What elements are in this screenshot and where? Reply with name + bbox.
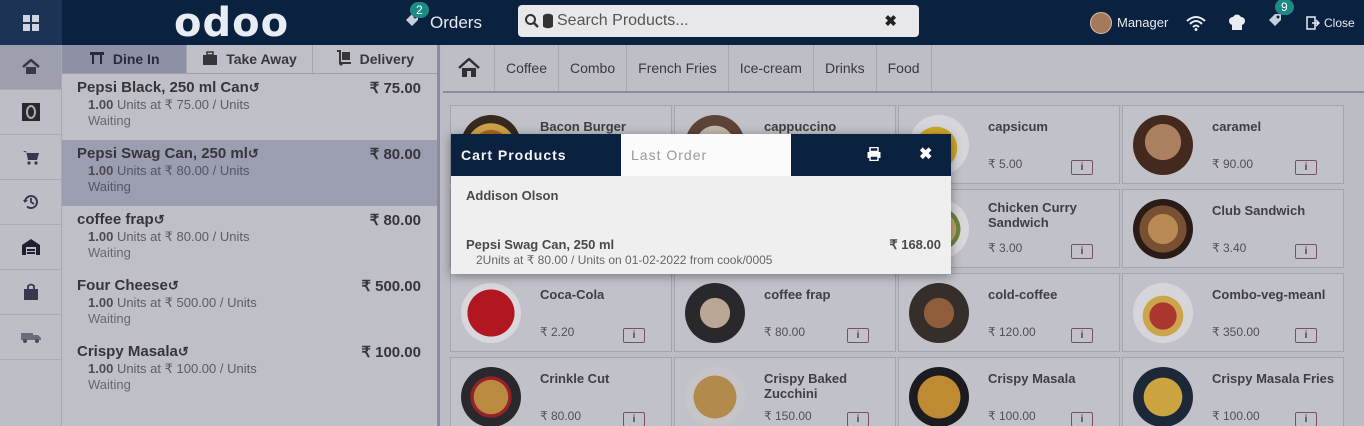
cart-line-detail: 2Units at ₹ 80.00 / Units on 01-02-2022 … — [476, 253, 773, 267]
tag-icon: 2 — [404, 2, 429, 33]
apps-menu-button[interactable] — [0, 0, 62, 45]
popup-header: Cart Products Last Order ✖ — [451, 134, 951, 176]
top-navbar: odoo 2 Orders Search Products... ✖ Manag… — [0, 0, 1364, 46]
search-input[interactable]: Search Products... — [557, 12, 689, 30]
cart-products-popup: Cart Products Last Order ✖ Addison Olson… — [451, 134, 951, 274]
chef-hat-icon[interactable] — [1227, 0, 1247, 45]
orders-label: Orders — [430, 12, 482, 32]
wifi-icon[interactable] — [1186, 0, 1206, 45]
sync-orders-button[interactable]: 9 — [1267, 0, 1294, 45]
grid-icon — [23, 14, 39, 31]
odoo-logo: odoo — [174, 0, 290, 46]
avatar — [1090, 11, 1112, 34]
database-icon — [543, 13, 553, 29]
sync-count-badge: 9 — [1275, 0, 1294, 15]
search-icon — [525, 14, 539, 28]
print-icon[interactable] — [867, 146, 881, 166]
customer-name: Addison Olson — [466, 188, 559, 203]
cashier-button[interactable]: Manager — [1090, 0, 1168, 45]
tag-icon: 9 — [1267, 0, 1294, 33]
clear-search-icon[interactable]: ✖ — [884, 12, 897, 30]
orders-count-badge: 2 — [410, 2, 429, 18]
tab-cart-products[interactable]: Cart Products — [461, 134, 567, 176]
orders-button[interactable]: 2 Orders — [404, 0, 482, 45]
product-search-box[interactable]: Search Products... ✖ — [518, 5, 919, 37]
tab-last-order[interactable]: Last Order — [621, 134, 791, 176]
cashier-name: Manager — [1117, 15, 1169, 30]
sign-out-icon — [1306, 15, 1320, 30]
cart-line-name: Pepsi Swag Can, 250 ml — [466, 237, 615, 252]
cart-line-price: ₹ 168.00 — [889, 237, 941, 252]
close-button[interactable]: Close — [1306, 0, 1355, 45]
close-label: Close — [1324, 15, 1355, 30]
close-icon[interactable]: ✖ — [919, 144, 932, 164]
